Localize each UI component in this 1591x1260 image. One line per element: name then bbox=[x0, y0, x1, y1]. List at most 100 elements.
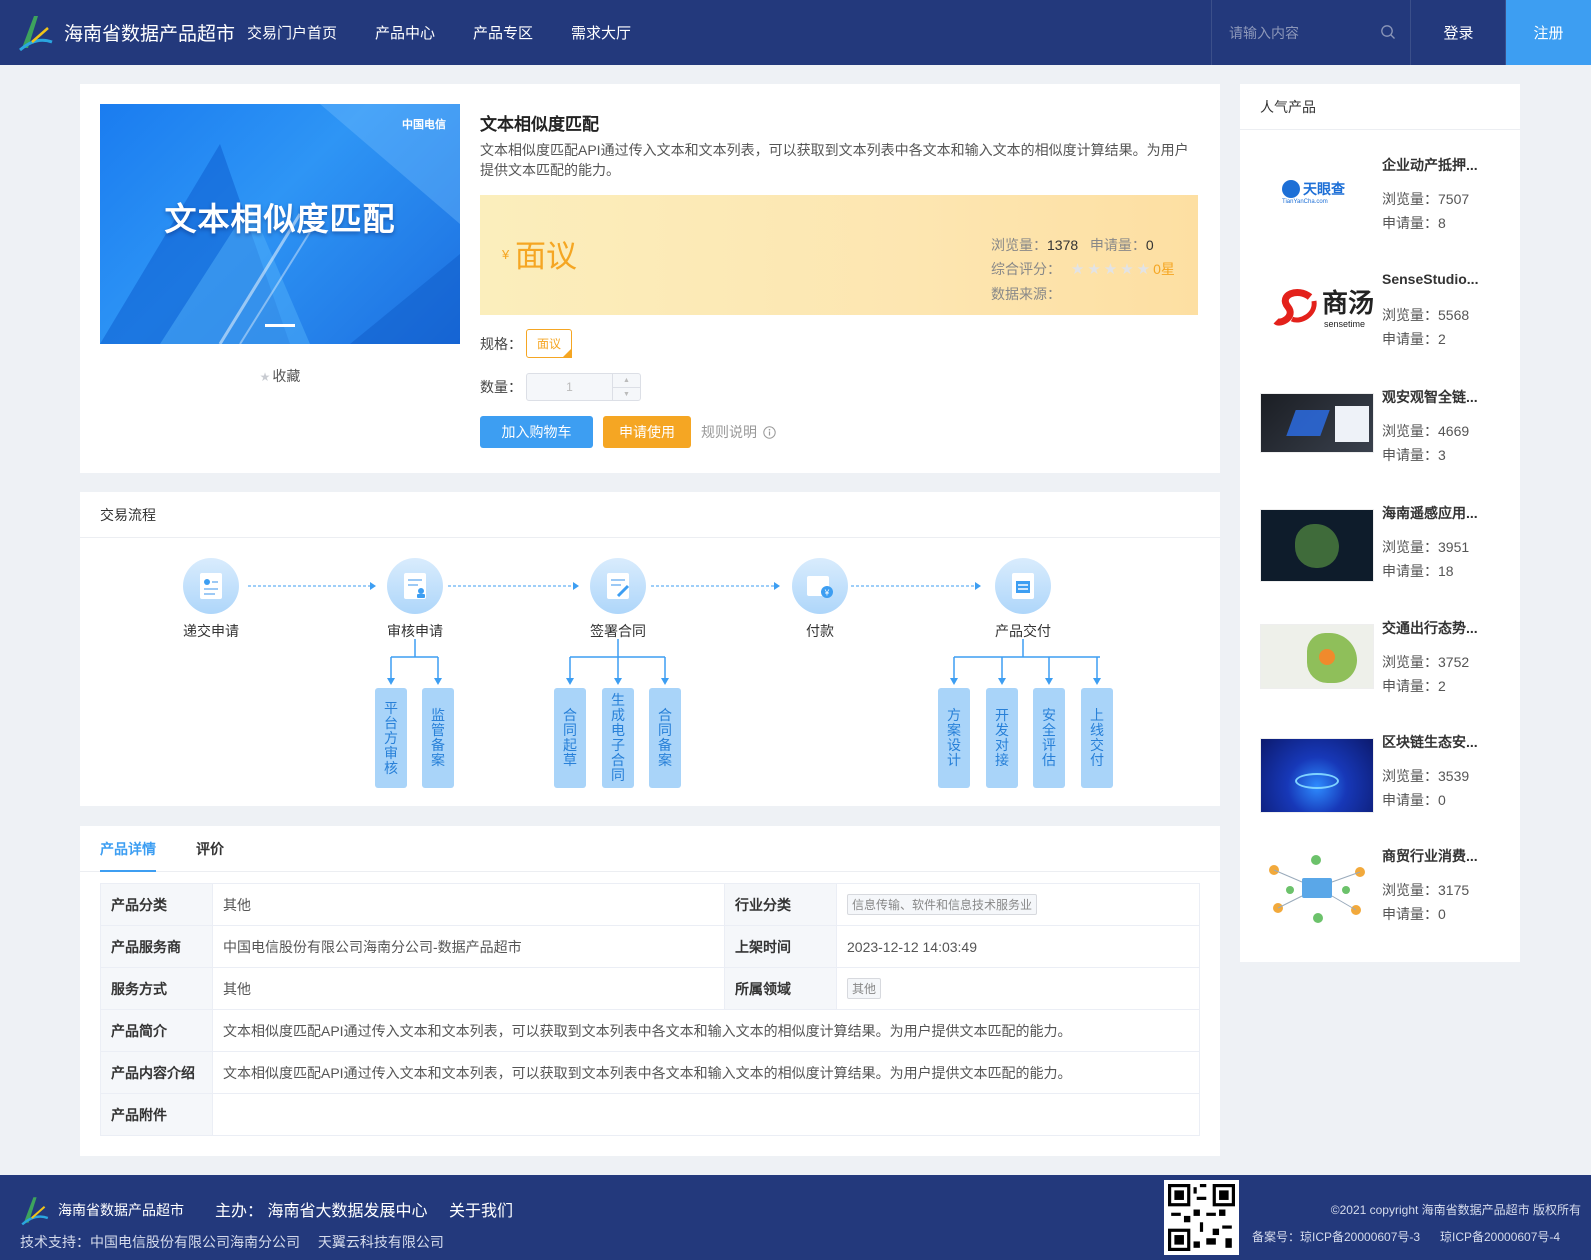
brand[interactable]: 海南省数据产品超市 bbox=[18, 12, 235, 52]
chevron-down-icon[interactable]: ▼ bbox=[613, 388, 640, 401]
transaction-process-panel: 交易流程 递交申请 审核申请 签署合同 ¥ 付款 产品交付 平台方审核 监管备案… bbox=[80, 492, 1220, 806]
source-line: 数据来源： bbox=[991, 282, 1175, 306]
applies-value: 3 bbox=[1438, 447, 1446, 463]
popular-item[interactable]: 商汤 sensetime SenseStudio... 浏览量：5568 申请量… bbox=[1260, 271, 1505, 362]
popular-item-views: 浏览量：3175 bbox=[1382, 880, 1469, 900]
popular-item-applies: 申请量：3 bbox=[1382, 445, 1446, 465]
popular-item[interactable]: 商贸行业消费... 浏览量：3175 申请量：0 bbox=[1260, 848, 1505, 937]
industry-cell: 信息传输、软件和信息技术服务业 bbox=[836, 883, 1200, 926]
popular-item[interactable]: 交通出行态势... 浏览量：3752 申请量：2 bbox=[1260, 620, 1505, 709]
popular-item[interactable]: 海南遥感应用... 浏览量：3951 申请量：18 bbox=[1260, 505, 1505, 594]
rules-link[interactable]: 规则说明 bbox=[701, 422, 776, 442]
island-map-graphic bbox=[1295, 524, 1339, 568]
login-panel-graphic bbox=[1335, 406, 1369, 442]
blockchain-ring-graphic bbox=[1295, 773, 1339, 789]
product-banner-image[interactable]: 中国电信 文本相似度匹配 bbox=[100, 104, 460, 344]
rating-value: 0星 bbox=[1153, 261, 1175, 277]
search-input[interactable] bbox=[1229, 24, 1379, 41]
login-button[interactable]: 登录 bbox=[1412, 0, 1506, 65]
thumbnail-logo-text: 天眼查 bbox=[1303, 181, 1345, 197]
applies-value: 0 bbox=[1438, 906, 1446, 922]
thumbnail-logo-subtext: TianYanCha.com bbox=[1282, 199, 1328, 205]
document-icon bbox=[183, 558, 239, 614]
favorite-button[interactable]: ★ 收藏 bbox=[100, 366, 460, 386]
views-value: 4669 bbox=[1438, 423, 1470, 439]
row-label: 上架时间 bbox=[724, 925, 837, 968]
popular-item[interactable]: 区块链生态安... 浏览量：3539 申请量：0 bbox=[1260, 734, 1505, 823]
star-icon: ★ bbox=[259, 370, 271, 384]
popular-item-views: 浏览量：3752 bbox=[1382, 652, 1469, 672]
sub-step-label: 生成电子合同 bbox=[611, 692, 625, 783]
popular-title: 人气产品 bbox=[1240, 84, 1520, 130]
popular-item-name: 企业动产抵押... bbox=[1382, 157, 1478, 173]
carousel-indicator[interactable] bbox=[265, 324, 295, 327]
about-us-link[interactable]: 关于我们 bbox=[449, 1197, 513, 1221]
views-value: 7507 bbox=[1438, 191, 1470, 207]
popular-item-views: 浏览量：5568 bbox=[1382, 305, 1469, 325]
views-value: 3175 bbox=[1438, 882, 1470, 898]
row-label: 产品服务商 bbox=[100, 925, 213, 968]
nav-demand-hall[interactable]: 需求大厅 bbox=[571, 22, 631, 43]
tianyancha-logo-icon bbox=[1282, 180, 1300, 198]
rating-label: 综合评分： bbox=[991, 261, 1061, 277]
product-thumbnail bbox=[1260, 738, 1374, 813]
register-button[interactable]: 注册 bbox=[1506, 0, 1591, 65]
product-thumbnail bbox=[1260, 624, 1374, 689]
applies-value: 18 bbox=[1438, 563, 1454, 579]
price-box: ¥ 面议 浏览量：1378 申请量：0 综合评分： ★★★★★0星 数据来源： bbox=[480, 195, 1198, 315]
step-label: 付款 bbox=[806, 623, 834, 639]
product-thumbnail bbox=[1260, 509, 1374, 582]
chevron-up-icon[interactable]: ▲ bbox=[613, 374, 640, 388]
row-label: 所属领域 bbox=[724, 967, 837, 1010]
icp-record-link[interactable]: 备案号：琼ICP备20000607号-3 bbox=[1252, 1228, 1420, 1245]
category-value: 其他 bbox=[212, 883, 725, 926]
quantity-controls: ▲ ▼ bbox=[612, 374, 640, 400]
footer-support: 技术支持：中国电信股份有限公司海南分公司 天翼云科技有限公司 bbox=[20, 1234, 444, 1250]
favorite-label: 收藏 bbox=[272, 368, 301, 384]
popular-item[interactable]: 天眼查 TianYanCha.com 企业动产抵押... 浏览量：7507 申请… bbox=[1260, 157, 1505, 246]
add-to-cart-button[interactable]: 加入购物车 bbox=[480, 416, 593, 448]
popular-item-name: 海南遥感应用... bbox=[1382, 505, 1478, 521]
spec-label: 规格： bbox=[480, 335, 522, 352]
footer: 海南省数据产品超市 主办： 海南省大数据发展中心 关于我们 技术支持：中国电信股… bbox=[0, 1175, 1591, 1260]
nav-product-zone[interactable]: 产品专区 bbox=[473, 22, 533, 43]
popular-item-views: 浏览量：4669 bbox=[1382, 421, 1469, 441]
tab-product-details[interactable]: 产品详情 bbox=[100, 826, 156, 872]
nav-home[interactable]: 交易门户首页 bbox=[247, 22, 337, 43]
sub-step-label: 方案设计 bbox=[947, 707, 961, 768]
detail-tabs: 产品详情 评价 bbox=[80, 826, 1220, 872]
sub-step-solution-design: 方案设计 bbox=[938, 688, 970, 788]
search-icon[interactable] bbox=[1380, 24, 1396, 40]
views-label: 浏览量： bbox=[1382, 654, 1438, 670]
applies-value: 2 bbox=[1438, 678, 1446, 694]
spec-option[interactable]: 面议 bbox=[526, 329, 573, 358]
views-value: 1378 bbox=[1047, 237, 1079, 253]
attachment-value bbox=[212, 1093, 1200, 1136]
step-label: 递交申请 bbox=[183, 623, 239, 639]
views-value: 3539 bbox=[1438, 768, 1470, 784]
sub-step-regulatory-filing: 监管备案 bbox=[422, 688, 454, 788]
applies-value: 0 bbox=[1145, 237, 1154, 253]
applies-label: 申请量： bbox=[1382, 215, 1438, 231]
sub-step-label: 安全评估 bbox=[1042, 707, 1056, 768]
apply-use-button[interactable]: 申请使用 bbox=[603, 416, 691, 448]
views-value: 3951 bbox=[1438, 539, 1470, 555]
footer-brand[interactable]: 海南省数据产品超市 bbox=[20, 1194, 184, 1226]
brand-logo-icon bbox=[19, 16, 53, 52]
popular-item-applies: 申请量：0 bbox=[1382, 904, 1446, 924]
popular-item-applies: 申请量：18 bbox=[1382, 561, 1454, 581]
icp-record-link-2[interactable]: 琼ICP备20000607号-4 bbox=[1440, 1228, 1560, 1245]
payment-icon: ¥ bbox=[792, 558, 848, 614]
nav-product-center[interactable]: 产品中心 bbox=[375, 22, 435, 43]
views-label: 浏览量： bbox=[1382, 882, 1438, 898]
row-label: 产品内容介绍 bbox=[100, 1051, 213, 1094]
tab-reviews[interactable]: 评价 bbox=[196, 826, 224, 872]
sub-step-go-live: 上线交付 bbox=[1081, 688, 1113, 788]
views-label: 浏览量： bbox=[1382, 307, 1438, 323]
popular-item[interactable]: 观安观智全链... 浏览量：4669 申请量：3 bbox=[1260, 389, 1505, 478]
sub-step-label: 平台方审核 bbox=[384, 699, 398, 776]
thumbnail-logo-subtext: sensetime bbox=[1324, 319, 1366, 329]
step-sign-contract: 签署合同 bbox=[563, 558, 673, 641]
field-cell: 其他 bbox=[836, 967, 1200, 1010]
quantity-input[interactable] bbox=[527, 374, 612, 400]
